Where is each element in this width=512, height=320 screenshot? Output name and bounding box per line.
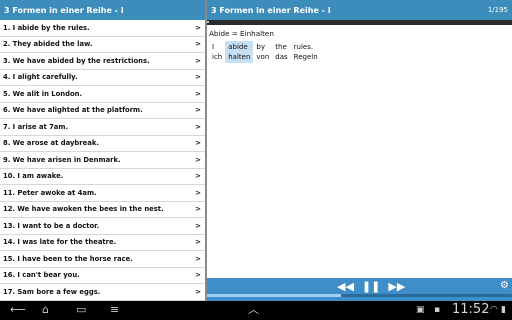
list-item-label: 13. I want to be a doctor. (3, 221, 100, 230)
wifi-icon: ◠ (490, 305, 498, 315)
german-word: halten (228, 53, 251, 61)
list-item-label: 12. We have awoken the bees in the nest. (3, 205, 164, 214)
status-clock: 11:52 (452, 302, 490, 317)
list-item[interactable]: 8. We arose at daybreak. > (0, 136, 205, 152)
list-item[interactable]: 5. We alit in London. > (0, 86, 205, 103)
list-item[interactable]: 7. I arise at 7am. > (0, 119, 205, 136)
list-item[interactable]: 16. I can't bear you. > (0, 268, 205, 284)
list-item-label: 1. I abide by the rules. (3, 23, 90, 32)
chevron-right-icon: > (195, 287, 201, 296)
list-item-label: 16. I can't bear you. (3, 271, 80, 280)
word-pair[interactable]: rules. Regeln (291, 41, 321, 63)
list-title: 3 Formen in einer Reihe - I (0, 0, 205, 20)
chevron-right-icon: > (195, 73, 201, 82)
list-item[interactable]: 15. I have been to the horse race. > (0, 251, 205, 268)
list-item[interactable]: 3. We have abided by the restrictions. > (0, 53, 205, 70)
translation-text: Abide = Einhalten (209, 29, 274, 38)
item-progress-bar (207, 20, 512, 25)
chevron-right-icon: > (195, 172, 201, 181)
list-item-label: 3. We have abided by the restrictions. (3, 56, 150, 65)
detail-header: 3 Formen in einer Reihe - I 1/195 (207, 0, 512, 20)
german-word: das (275, 53, 288, 61)
chevron-right-icon: > (195, 23, 201, 32)
chevron-right-icon: > (195, 188, 201, 197)
list-item[interactable]: 9. We have arisen in Denmark. > (0, 152, 205, 169)
chevron-right-icon: > (195, 238, 201, 247)
list-item-label: 9. We have arisen in Denmark. (3, 155, 121, 164)
list-item-label: 17. Sam bore a few eggs. (3, 287, 101, 296)
forward-button[interactable]: ▶▶ (388, 280, 405, 293)
audio-progress-bar[interactable] (207, 294, 512, 297)
list-item-label: 4. I alight carefully. (3, 73, 78, 82)
home-icon[interactable]: ⌂ (42, 303, 49, 317)
german-word: ich (212, 53, 223, 61)
chevron-right-icon: > (195, 122, 201, 131)
english-word: by (256, 43, 265, 51)
list-item[interactable]: 6. We have alighted at the platform. > (0, 103, 205, 119)
chevron-right-icon: > (195, 155, 201, 164)
pause-button[interactable]: ❚❚ (362, 280, 380, 293)
system-navigation-bar: ⟵ ⌂ ▭ ≡ ︿ ▣ ▪ 11:52 ◠ ▮ (0, 301, 512, 320)
chevron-right-icon: > (195, 271, 201, 280)
list-item[interactable]: 10. I am awake. > (0, 169, 205, 185)
back-arrow-icon[interactable]: ⟵ (10, 303, 26, 317)
word-pair[interactable]: by von (253, 41, 272, 63)
list-item-label: 11. Peter awoke at 4am. (3, 188, 97, 197)
english-word: abide (228, 43, 248, 51)
list-item[interactable]: 4. I alight carefully. > (0, 70, 205, 86)
rewind-button[interactable]: ◀◀ (337, 280, 354, 293)
list-item[interactable]: 12. We have awoken the bees in the nest.… (0, 202, 205, 218)
english-word: the (275, 43, 287, 51)
screenshot-icon: ▣ (416, 305, 425, 315)
recent-apps-icon[interactable]: ▭ (76, 303, 86, 317)
english-word: rules. (293, 43, 314, 51)
list-item[interactable]: 14. I was late for the theatre. > (0, 235, 205, 251)
list-item[interactable]: 13. I want to be a doctor. > (0, 218, 205, 235)
chevron-right-icon: > (195, 254, 201, 263)
detail-title: 3 Formen in einer Reihe - I (211, 5, 331, 15)
list-item[interactable]: 1. I abide by the rules. > (0, 20, 205, 37)
german-word: Regeln (293, 53, 318, 61)
chevron-right-icon: > (195, 40, 201, 49)
list-title-text: 3 Formen in einer Reihe - I (4, 5, 124, 15)
chevron-up-icon[interactable]: ︿ (248, 303, 259, 317)
gear-icon[interactable]: ⚙ (500, 280, 509, 291)
audio-progress-fill (207, 294, 342, 297)
list-item-label: 7. I arise at 7am. (3, 122, 69, 131)
sentence-list-pane: 3 Formen in einer Reihe - I 1. I abide b… (0, 0, 205, 301)
chevron-right-icon: > (195, 205, 201, 214)
chevron-right-icon: > (195, 56, 201, 65)
list-item-label: 15. I have been to the horse race. (3, 254, 133, 263)
sentence-list: 1. I abide by the rules. >2. They abided … (0, 20, 205, 301)
list-item-label: 14. I was late for the theatre. (3, 238, 117, 247)
chevron-right-icon: > (195, 89, 201, 98)
player-controls: ◀◀ ❚❚ ▶▶ (337, 280, 405, 293)
chevron-right-icon: > (195, 106, 201, 115)
list-item[interactable]: 2. They abided the law. > (0, 37, 205, 53)
list-item-label: 6. We have alighted at the platform. (3, 106, 143, 115)
chevron-right-icon: > (195, 221, 201, 230)
english-word: I (212, 43, 215, 51)
list-item-label: 8. We arose at daybreak. (3, 139, 99, 148)
menu-icon[interactable]: ≡ (110, 303, 119, 317)
audio-player: ◀◀ ❚❚ ▶▶ ⚙ (207, 278, 512, 301)
list-item[interactable]: 17. Sam bore a few eggs. > (0, 284, 205, 301)
list-item-label: 5. We alit in London. (3, 89, 83, 98)
word-pair[interactable]: the das (272, 41, 290, 63)
list-item-label: 2. They abided the law. (3, 40, 93, 49)
word-pair[interactable]: abide halten (225, 41, 254, 63)
list-item[interactable]: 11. Peter awoke at 4am. > (0, 185, 205, 202)
battery-icon: ▮ (501, 305, 506, 315)
german-word: von (256, 53, 270, 61)
list-item-label: 10. I am awake. (3, 172, 64, 181)
item-counter: 1/195 (487, 6, 508, 14)
chevron-right-icon: > (195, 139, 201, 148)
word-alignment: Iich abide halten by von the das rules. Regeln (207, 41, 512, 63)
notification-icon: ▪ (434, 305, 441, 315)
detail-pane: 3 Formen in einer Reihe - I 1/195 Abide … (207, 0, 512, 301)
word-pair[interactable]: Iich (209, 41, 225, 63)
item-progress-fill (207, 21, 210, 23)
